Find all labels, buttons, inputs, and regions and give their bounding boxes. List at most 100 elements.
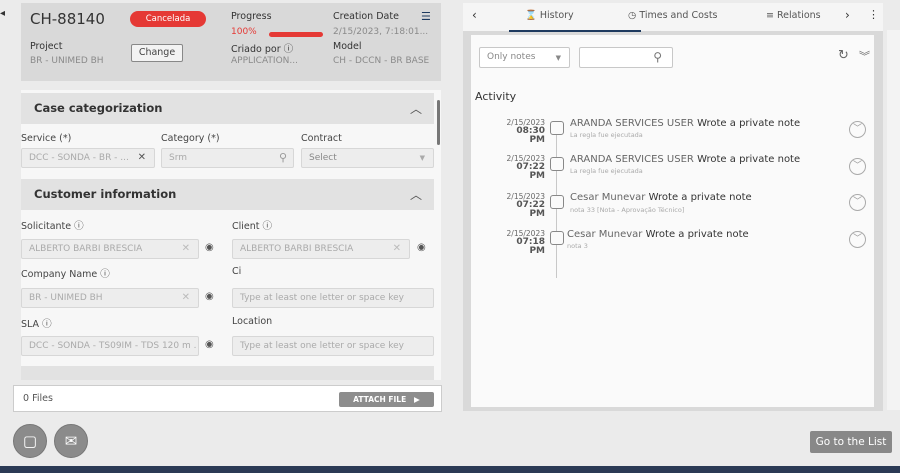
relations-icon: ≡ <box>766 10 774 21</box>
activity-title: Activity <box>475 90 517 103</box>
activity-subtext: La regla fue ejecutada <box>570 131 643 139</box>
info-icon[interactable]: ⓘ <box>74 221 84 232</box>
client-label: Client ⓘ <box>232 221 273 232</box>
customer-information-header[interactable]: Customer information ︿ <box>21 179 434 210</box>
creation-date-label: Creation Date <box>333 11 399 22</box>
info-icon[interactable]: ⓘ <box>100 269 110 280</box>
sla-field[interactable]: DCC - SONDA - TS09IM - TDS 120 m ... <box>21 336 199 356</box>
activity-user: ARANDA SERVICES USER Wrote a private not… <box>570 154 801 165</box>
creation-date-value: 2/15/2023, 7:18:01... <box>333 27 429 37</box>
activity-time: 07:22 PM <box>516 162 545 181</box>
hourglass-icon: ⌛ <box>525 10 537 21</box>
activity-search-input[interactable]: ⚲ <box>579 47 673 68</box>
project-label: Project <box>30 41 63 52</box>
activity-panel: ‹ ⌛ History ◷ Times and Costs ≡ Relation… <box>463 3 883 411</box>
section-title: Customer information <box>34 187 177 201</box>
tab-history[interactable]: ⌛ History <box>525 10 574 21</box>
activity-subtext: La regla fue ejecutada <box>570 167 643 175</box>
attach-file-button[interactable]: ATTACH FILE ▶ <box>339 392 434 407</box>
tab-bar: ‹ ⌛ History ◷ Times and Costs ≡ Relation… <box>463 3 883 32</box>
tab-relations[interactable]: ≡ Relations <box>766 10 821 21</box>
go-to-list-button[interactable]: Go to the List <box>810 431 892 453</box>
note-icon[interactable]: ▢ <box>13 424 47 458</box>
expand-icon[interactable]: ﹀ <box>849 231 866 248</box>
info-icon[interactable]: ⓘ <box>263 221 273 232</box>
sla-label: SLA ⓘ <box>21 319 52 330</box>
activity-time: 07:22 PM <box>516 200 545 219</box>
search-icon[interactable]: ⚲ <box>279 151 287 164</box>
solicitante-label: Solicitante ⓘ <box>21 221 84 232</box>
company-name-value: BR - UNIMED BH <box>29 293 103 303</box>
contract-select[interactable]: Select ▼ <box>301 148 434 168</box>
note-icon <box>550 231 564 245</box>
notes-filter-select[interactable]: Only notes ▼ <box>479 47 570 68</box>
info-icon[interactable]: ⓘ <box>284 44 294 55</box>
tab-times-costs[interactable]: ◷ Times and Costs <box>628 10 718 21</box>
activity-time: 08:30 PM <box>516 126 545 145</box>
category-value: Srm <box>169 153 188 163</box>
activity-subtext: nota 33 [Nota - Aprovação Técnico] <box>570 206 685 214</box>
expand-icon[interactable]: ﹀ <box>849 158 866 175</box>
back-arrow-icon[interactable]: ◂ <box>0 8 5 19</box>
case-categorization-header[interactable]: Case categorization ︿ <box>21 93 434 124</box>
eye-icon[interactable]: ◉ <box>205 339 214 350</box>
eye-icon[interactable]: ◉ <box>417 242 426 253</box>
clear-icon[interactable]: ✕ <box>393 243 401 254</box>
eye-icon[interactable]: ◉ <box>205 242 214 253</box>
ci-placeholder: Type at least one letter or space key <box>240 293 404 303</box>
created-by-value: APPLICATION... <box>231 56 298 66</box>
notes-filter-value: Only notes <box>487 52 536 62</box>
stopwatch-icon: ◷ <box>628 10 637 21</box>
collapse-all-icon[interactable]: ︾ <box>859 48 870 64</box>
solicitante-field[interactable]: ALBERTO BARBI BRESCIA ✕ <box>21 239 199 259</box>
expand-icon[interactable]: ﹀ <box>849 121 866 138</box>
chevron-up-icon[interactable]: ︿ <box>410 100 422 117</box>
ci-input[interactable]: Type at least one letter or space key <box>232 288 434 308</box>
list-view-icon[interactable]: ☰ <box>421 10 431 23</box>
client-field[interactable]: ALBERTO BARBI BRESCIA ✕ <box>232 239 410 259</box>
info-icon[interactable]: ⓘ <box>42 319 52 330</box>
scrollbar-thumb[interactable] <box>437 100 440 145</box>
service-value: DCC - SONDA - BR - ... <box>29 153 129 163</box>
activity-user: ARANDA SERVICES USER Wrote a private not… <box>570 118 801 129</box>
company-name-label: Company Name ⓘ <box>21 269 110 280</box>
solicitante-value: ALBERTO BARBI BRESCIA <box>29 244 143 254</box>
activity-card: Only notes ▼ ⚲ ↻ ︾ Activity 2/15/2023 08… <box>471 35 874 407</box>
location-placeholder: Type at least one letter or space key <box>240 341 404 351</box>
clear-icon[interactable]: ✕ <box>182 243 190 254</box>
service-label: Service (*) <box>21 133 72 144</box>
section-title: Case categorization <box>34 101 163 115</box>
search-icon[interactable]: ⚲ <box>653 50 662 64</box>
email-icon[interactable]: ✉ <box>54 424 88 458</box>
refresh-icon[interactable]: ↻ <box>838 48 849 63</box>
sla-value: DCC - SONDA - TS09IM - TDS 120 m ... <box>29 341 197 351</box>
progress-bar <box>269 32 323 37</box>
contract-value: Select <box>309 153 337 163</box>
category-field[interactable]: Srm ⚲ <box>161 148 294 168</box>
eye-icon[interactable]: ◉ <box>205 291 214 302</box>
activity-time: 07:18 PM <box>516 237 545 256</box>
model-label: Model <box>333 41 362 52</box>
change-project-button[interactable]: Change <box>131 44 183 62</box>
activity-user: Cesar Munevar Wrote a private note <box>567 229 749 240</box>
more-vertical-icon[interactable]: ⋮ <box>868 8 879 21</box>
case-header-card: CH-88140 Cancelada Progress 100% Creatio… <box>21 3 441 81</box>
activity-user: Cesar Munevar Wrote a private note <box>570 192 752 203</box>
chevron-up-icon[interactable]: ︿ <box>410 186 422 203</box>
location-input[interactable]: Type at least one letter or space key <box>232 336 434 356</box>
expand-icon[interactable]: ﹀ <box>849 194 866 211</box>
case-details-panel[interactable]: Case categorization ︿ Service (*) DCC - … <box>21 90 441 380</box>
model-value: CH - DCCN - BR BASE <box>333 56 430 66</box>
category-label: Category (*) <box>161 133 220 144</box>
case-id: CH-88140 <box>30 10 105 28</box>
clear-icon[interactable]: ✕ <box>182 292 190 303</box>
chevron-right-icon[interactable]: › <box>845 8 850 22</box>
note-icon <box>550 121 564 135</box>
company-name-field[interactable]: BR - UNIMED BH ✕ <box>21 288 199 308</box>
project-value: BR - UNIMED BH <box>30 56 104 66</box>
chevron-left-icon[interactable]: ‹ <box>472 8 477 22</box>
clear-icon[interactable]: ✕ <box>138 152 146 163</box>
next-section-header[interactable] <box>21 366 434 380</box>
service-field[interactable]: DCC - SONDA - BR - ... ✕ <box>21 148 155 168</box>
note-icon <box>550 195 564 209</box>
